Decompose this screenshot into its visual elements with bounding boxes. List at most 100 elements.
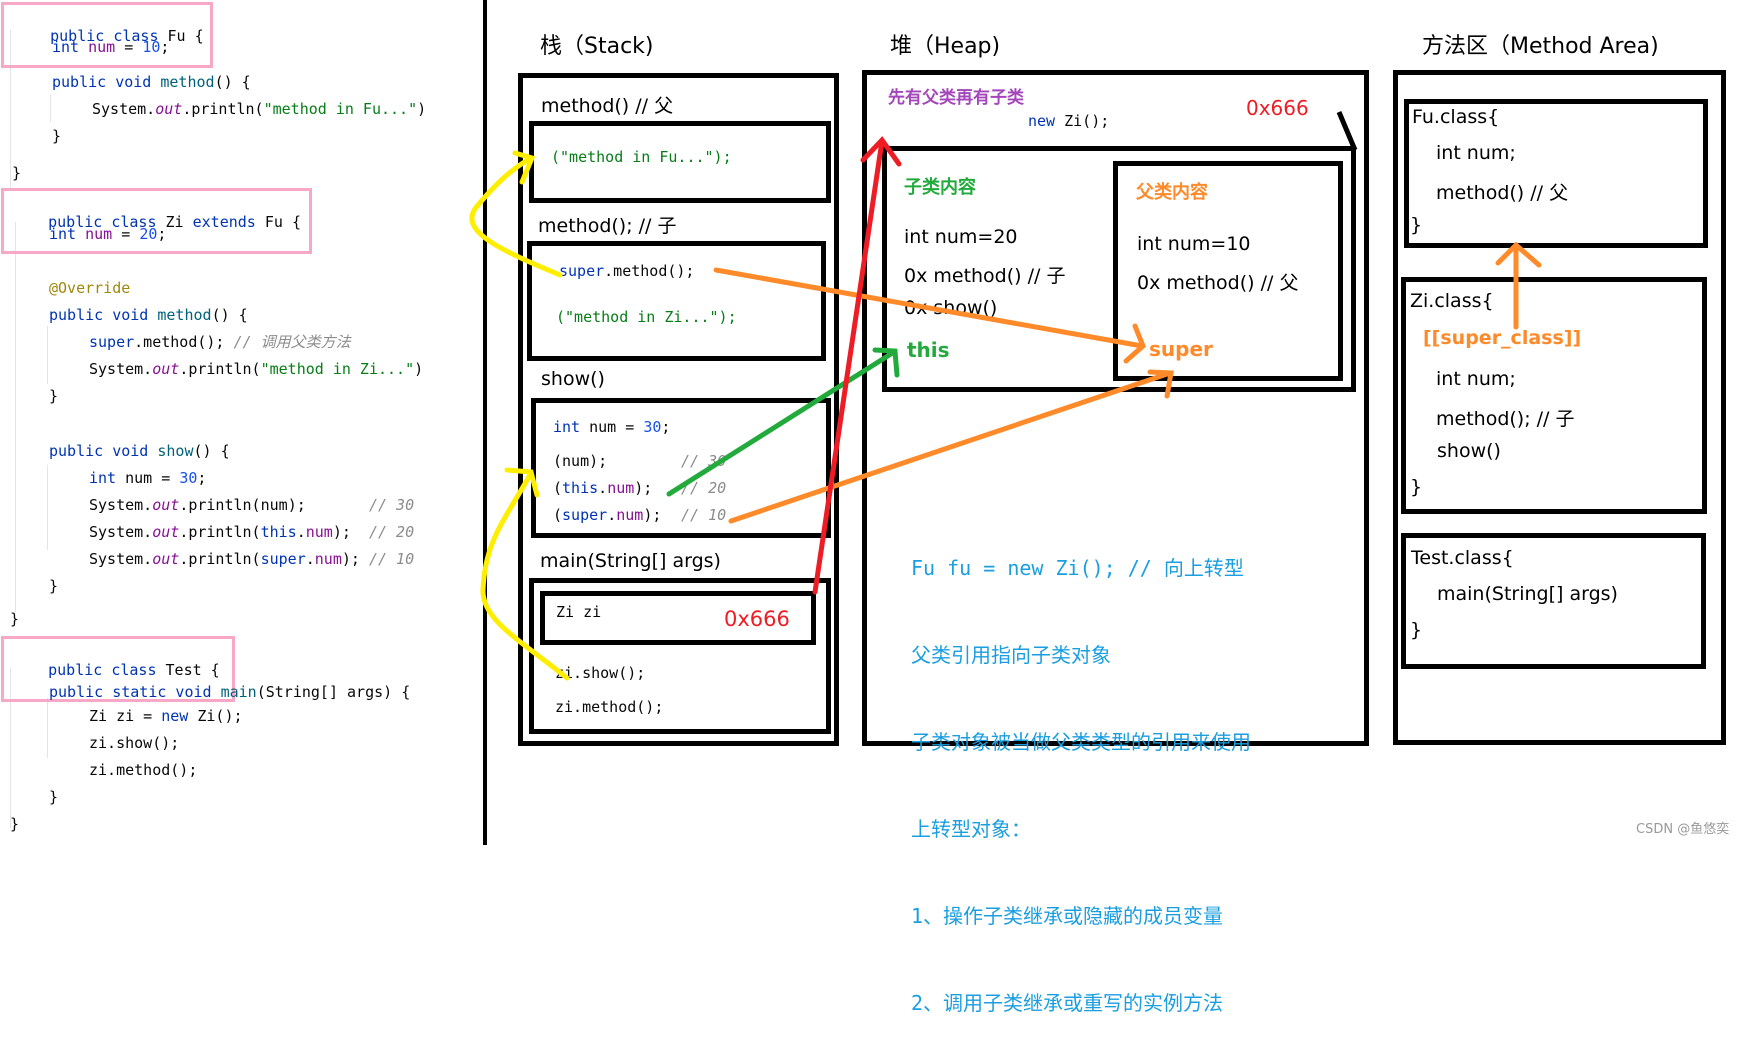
note-line: 上转型对象： — [911, 817, 1031, 841]
frame-label: main(String[] args) — [540, 550, 721, 572]
code-text: .method(); — [134, 333, 225, 351]
code-text: .println( — [179, 360, 261, 378]
code-text: num = — [116, 469, 180, 487]
class-member: main(String[] args) — [1437, 583, 1618, 605]
stack-title: 栈（Stack) — [540, 34, 654, 59]
class-name: Test.class{ — [1411, 547, 1514, 569]
new-expression: new Zi(); — [1028, 112, 1109, 130]
code-text: System. — [89, 523, 153, 541]
stack-frame-zi-method[interactable] — [527, 241, 826, 361]
code-line: zi.show(); — [89, 734, 180, 752]
code-text: .println( — [182, 100, 264, 118]
indent-guide — [50, 95, 51, 122]
code-line: } — [49, 788, 59, 806]
class-close: } — [1410, 214, 1423, 236]
class-close: } — [1410, 476, 1423, 498]
code-text: Zi(); — [1055, 112, 1110, 130]
field-name: num — [305, 523, 333, 541]
type-keyword: int — [52, 38, 80, 56]
frame-label: method() // 父 — [541, 95, 674, 117]
keyword: extends — [192, 213, 265, 231]
comment: // 10 — [681, 506, 727, 524]
code-line: public void show() { — [49, 442, 230, 460]
method-name: show — [157, 442, 194, 460]
class-close: } — [1410, 619, 1423, 641]
method-name: method — [160, 73, 215, 91]
watermark: CSDN @鱼悠奕 — [1636, 822, 1730, 837]
note-line: 1、操作子类继承或隐藏的成员变量 — [911, 904, 1224, 928]
code-line: public void method() { — [49, 306, 248, 324]
class-member: method() // 父 — [1436, 182, 1569, 204]
method-name: main — [220, 683, 257, 701]
code-text: Zi(); — [188, 707, 243, 725]
code-text: Zi zi = — [89, 707, 162, 725]
frame-code: zi.show(); — [555, 664, 646, 682]
code-text: System. — [89, 550, 153, 568]
comment: // 20 — [368, 523, 415, 541]
class-header-fu[interactable]: public class public class Fu {Fu { — [1, 2, 213, 68]
code-text: ) — [414, 360, 424, 378]
code-line: } — [49, 577, 59, 595]
code-text: num — [260, 496, 288, 514]
number-literal: 10 — [142, 38, 161, 56]
frame-code: (super.num); — [553, 506, 662, 524]
code-text: (String[] args) { — [256, 683, 411, 701]
parent-content-title: 父类内容 — [1136, 182, 1208, 203]
code-line: System.out.println(super.num); // 10 — [89, 550, 415, 568]
super-keyword: super — [562, 506, 608, 524]
code-text: (num); — [553, 452, 608, 470]
heap-note: 先有父类再有子类 — [888, 88, 1024, 108]
comment: // 20 — [681, 479, 727, 497]
code-line: public static void main(String[] args) { — [49, 683, 410, 701]
annotation: @Override — [49, 279, 131, 297]
code-line: zi.method(); — [89, 761, 198, 779]
code-line: } — [49, 387, 59, 405]
child-content-title: 子类内容 — [904, 177, 976, 198]
child-field: int num=20 — [904, 226, 1018, 248]
number-literal: 30 — [179, 469, 198, 487]
indent-guide — [47, 698, 48, 758]
class-member: int num; — [1436, 368, 1516, 390]
static-field: out — [152, 496, 180, 514]
zi-class-box[interactable] — [1401, 277, 1707, 514]
comment: // 10 — [368, 550, 415, 568]
modifiers: public static void — [49, 683, 212, 701]
frame-code: (this.num); — [553, 479, 653, 497]
modifiers: public void — [52, 73, 152, 91]
note-line: Fu fu = new Zi(); // 向上转型 — [911, 556, 1244, 580]
frame-code: (num); — [553, 452, 607, 470]
comment: // 30 — [681, 452, 727, 470]
super-class-pointer: [[super_class]] — [1423, 327, 1582, 349]
object-address: 0x666 — [1246, 96, 1309, 120]
code-line: int num = 10; — [52, 38, 170, 56]
note-line: 2、调用子类继承或重写的实例方法 — [911, 991, 1224, 1015]
code-line: } — [10, 610, 20, 628]
code-text: System. — [89, 360, 153, 378]
type-keyword: int — [49, 225, 77, 243]
indent-guide — [47, 326, 48, 384]
code-text: System. — [92, 100, 156, 118]
indent-guide — [15, 222, 16, 612]
this-keyword: this — [562, 479, 599, 497]
class-name: Fu { — [264, 213, 301, 231]
frame-code: ("method in Zi..."); — [556, 308, 737, 326]
number-literal: 20 — [139, 225, 158, 243]
type-keyword: int — [553, 418, 581, 436]
class-header-zi[interactable]: public class Zi extends Fu { — [1, 188, 312, 254]
code-line: public void method() { — [52, 73, 251, 91]
code-line: System.out.println(num); // 30 — [89, 496, 414, 514]
modifiers: public void — [49, 306, 149, 324]
code-line: super.method(); // 调用父类方法 — [89, 333, 351, 351]
heap-title: 堆（Heap) — [890, 34, 1001, 59]
new-keyword: new — [161, 707, 189, 725]
field-name: num — [314, 550, 342, 568]
frame-label: method(); // 子 — [538, 215, 677, 237]
class-name: Test { — [165, 661, 220, 679]
class-member: int num; — [1436, 142, 1516, 164]
code-text: ); — [341, 550, 369, 568]
class-member: method(); // 子 — [1436, 408, 1575, 430]
static-field: out — [152, 550, 180, 568]
code-text: .method(); — [604, 262, 695, 280]
number-literal: 30 — [643, 418, 662, 436]
variable-decl: Zi zi — [556, 603, 602, 621]
